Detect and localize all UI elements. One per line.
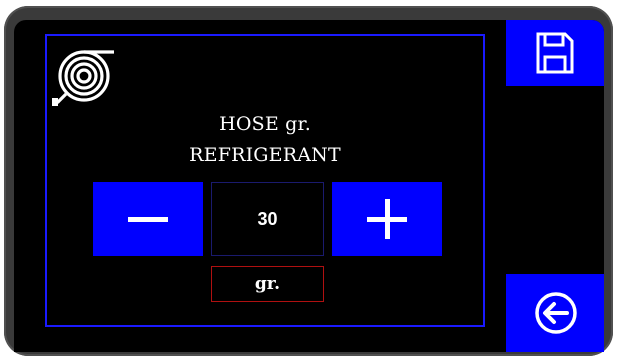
parameter-title: HOSE gr. bbox=[219, 113, 311, 135]
minus-icon bbox=[128, 217, 168, 222]
back-button[interactable] bbox=[506, 274, 604, 352]
save-button[interactable] bbox=[506, 20, 604, 86]
decrement-button[interactable] bbox=[93, 182, 203, 256]
arrow-left-circle-icon bbox=[535, 292, 577, 334]
floppy-disk-icon bbox=[536, 32, 574, 74]
touch-screen: HOSE gr. REFRIGERANT 30 gr. bbox=[14, 20, 604, 352]
increment-button[interactable] bbox=[332, 182, 442, 256]
parameter-subtitle: REFRIGERANT bbox=[189, 144, 341, 166]
value-display: 30 bbox=[211, 182, 324, 256]
hose-reel-icon bbox=[52, 50, 114, 106]
unit-label: gr. bbox=[211, 266, 324, 302]
